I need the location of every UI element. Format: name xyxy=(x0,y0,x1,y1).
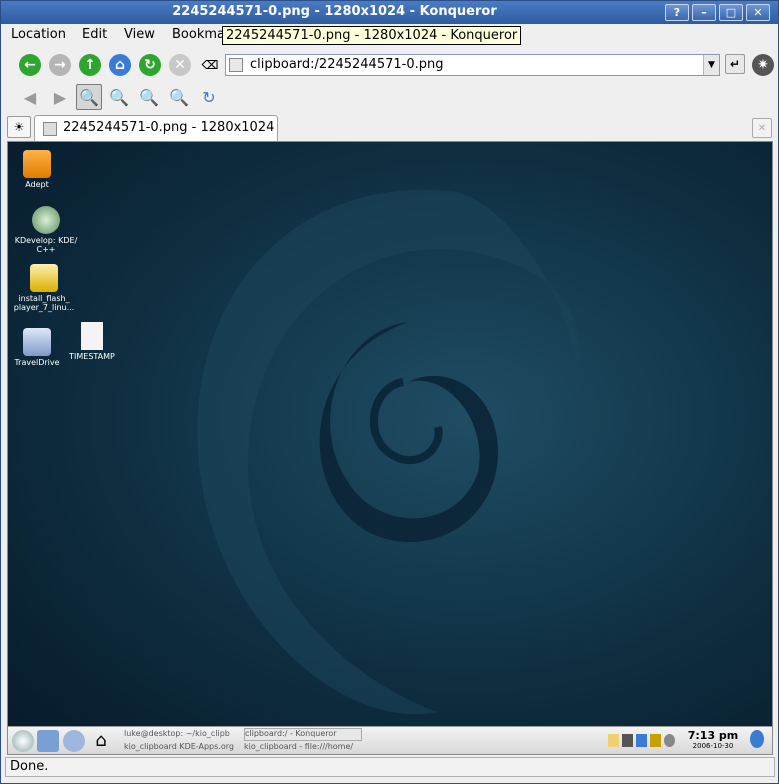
window-controls: ? – □ ✕ xyxy=(665,4,770,21)
desktop-icon-timestamp[interactable]: TIMESTAMP xyxy=(57,322,127,361)
task-terminal[interactable]: luke@desktop: ~/kio_clipb xyxy=(124,729,242,741)
adept-icon xyxy=(23,150,51,178)
window-title: 2245244571-0.png - 1280x1024 - Konqueror xyxy=(172,4,497,19)
kde-panel: ⌂ luke@desktop: ~/kio_clipb clipboard:/ … xyxy=(8,726,772,754)
text-file-icon xyxy=(81,322,103,350)
system-tray xyxy=(608,734,678,748)
desktop-icon-adept[interactable]: Adept xyxy=(8,150,72,189)
tab-bar: ☀ 2245244571-0.png - 1280x1024 ✕ xyxy=(1,113,778,141)
kde-gear-icon[interactable]: ✷ xyxy=(752,54,774,76)
task-konqueror-clipboard[interactable]: clipboard:/ - Konqueror xyxy=(244,728,362,741)
location-bar[interactable]: ▼ xyxy=(225,54,720,76)
kdevelop-icon xyxy=(32,206,60,234)
clock-time: 7:13 pm xyxy=(687,729,739,742)
menu-view[interactable]: View xyxy=(124,27,155,42)
title-tooltip: 2245244571-0.png - 1280x1024 - Konqueror xyxy=(222,26,522,45)
network-tray-icon[interactable] xyxy=(636,734,647,747)
zoom-in-icon[interactable]: 🔍 xyxy=(166,84,192,110)
task-kde-apps[interactable]: kio_clipboard KDE-Apps.org xyxy=(124,742,242,754)
info-tray-icon[interactable] xyxy=(750,730,764,748)
maximize-button[interactable]: □ xyxy=(719,4,743,21)
home-folder-icon[interactable]: ⌂ xyxy=(90,730,112,752)
clear-location-icon[interactable]: ⌫ xyxy=(199,54,221,76)
tab-label: 2245244571-0.png - 1280x1024 xyxy=(63,120,275,135)
stop-icon[interactable]: ✕ xyxy=(169,54,191,76)
task-file-home[interactable]: kio_clipboard - file:///home/ xyxy=(244,742,362,754)
page-icon xyxy=(229,58,243,72)
clipboard-tray-icon[interactable] xyxy=(608,734,619,747)
title-bar[interactable]: 2245244571-0.png - 1280x1024 - Konqueror… xyxy=(1,1,778,24)
status-text: Done. xyxy=(10,759,49,774)
minimize-button[interactable]: – xyxy=(692,4,716,21)
help-button[interactable]: ? xyxy=(665,4,689,21)
disk-tray-icon[interactable] xyxy=(664,734,675,747)
image-toolbar: ◀ ▶ 🔍 🔍 🔍 🔍 ↻ xyxy=(1,81,778,113)
home-icon[interactable]: ⌂ xyxy=(109,54,131,76)
desktop-show-icon[interactable] xyxy=(37,730,59,752)
previous-image-icon[interactable]: ◀ xyxy=(17,84,43,110)
script-file-icon xyxy=(30,264,58,292)
konqueror-launcher-icon[interactable] xyxy=(63,730,85,752)
menu-bookmarks[interactable]: Bookma xyxy=(172,27,225,42)
clock-date: 2006-10-30 xyxy=(692,742,734,750)
usb-drive-icon xyxy=(23,328,51,356)
panel-clock[interactable]: 7:13 pm 2006-10-30 xyxy=(683,729,743,750)
navigation-toolbar: ← → ↑ ⌂ ↻ ✕ ⌫ ▼ ↵ ✷ xyxy=(1,49,778,81)
update-tray-icon[interactable] xyxy=(650,734,661,747)
desktop-icon-install-flash[interactable]: install_flash_ player_7_linu... xyxy=(9,264,79,312)
new-tab-icon[interactable]: ☀ xyxy=(7,116,31,138)
tab-image-icon xyxy=(43,122,57,136)
tab-image[interactable]: 2245244571-0.png - 1280x1024 xyxy=(34,115,278,141)
menu-edit[interactable]: Edit xyxy=(82,27,107,42)
displayed-screenshot: Adept KDevelop: KDE/ C++ install_flash_ … xyxy=(8,142,772,754)
volume-tray-icon[interactable] xyxy=(622,734,633,747)
back-icon[interactable]: ← xyxy=(19,54,41,76)
menu-location[interactable]: Location xyxy=(11,27,66,42)
kmenu-icon[interactable] xyxy=(12,730,34,752)
zoom-original-icon[interactable]: 🔍 xyxy=(106,84,132,110)
url-dropdown-icon[interactable]: ▼ xyxy=(703,55,719,75)
debian-swirl-logo xyxy=(197,189,581,715)
konqueror-window: 2245244571-0.png - 1280x1024 - Konqueror… xyxy=(0,0,779,784)
rotate-icon[interactable]: ↻ xyxy=(196,84,222,110)
close-tab-icon[interactable]: ✕ xyxy=(752,118,772,138)
status-bar: Done. xyxy=(5,757,775,777)
zoom-out-icon[interactable]: 🔍 xyxy=(136,84,162,110)
desktop-icon-kdevelop[interactable]: KDevelop: KDE/ C++ xyxy=(11,206,81,254)
forward-icon[interactable]: → xyxy=(49,54,71,76)
close-button[interactable]: ✕ xyxy=(746,4,770,21)
url-input[interactable] xyxy=(250,57,690,72)
image-view[interactable]: Adept KDevelop: KDE/ C++ install_flash_ … xyxy=(7,141,773,755)
up-icon[interactable]: ↑ xyxy=(79,54,101,76)
reload-icon[interactable]: ↻ xyxy=(139,54,161,76)
next-image-icon[interactable]: ▶ xyxy=(47,84,73,110)
fit-to-window-icon[interactable]: 🔍 xyxy=(76,84,102,110)
go-icon[interactable]: ↵ xyxy=(725,54,745,74)
